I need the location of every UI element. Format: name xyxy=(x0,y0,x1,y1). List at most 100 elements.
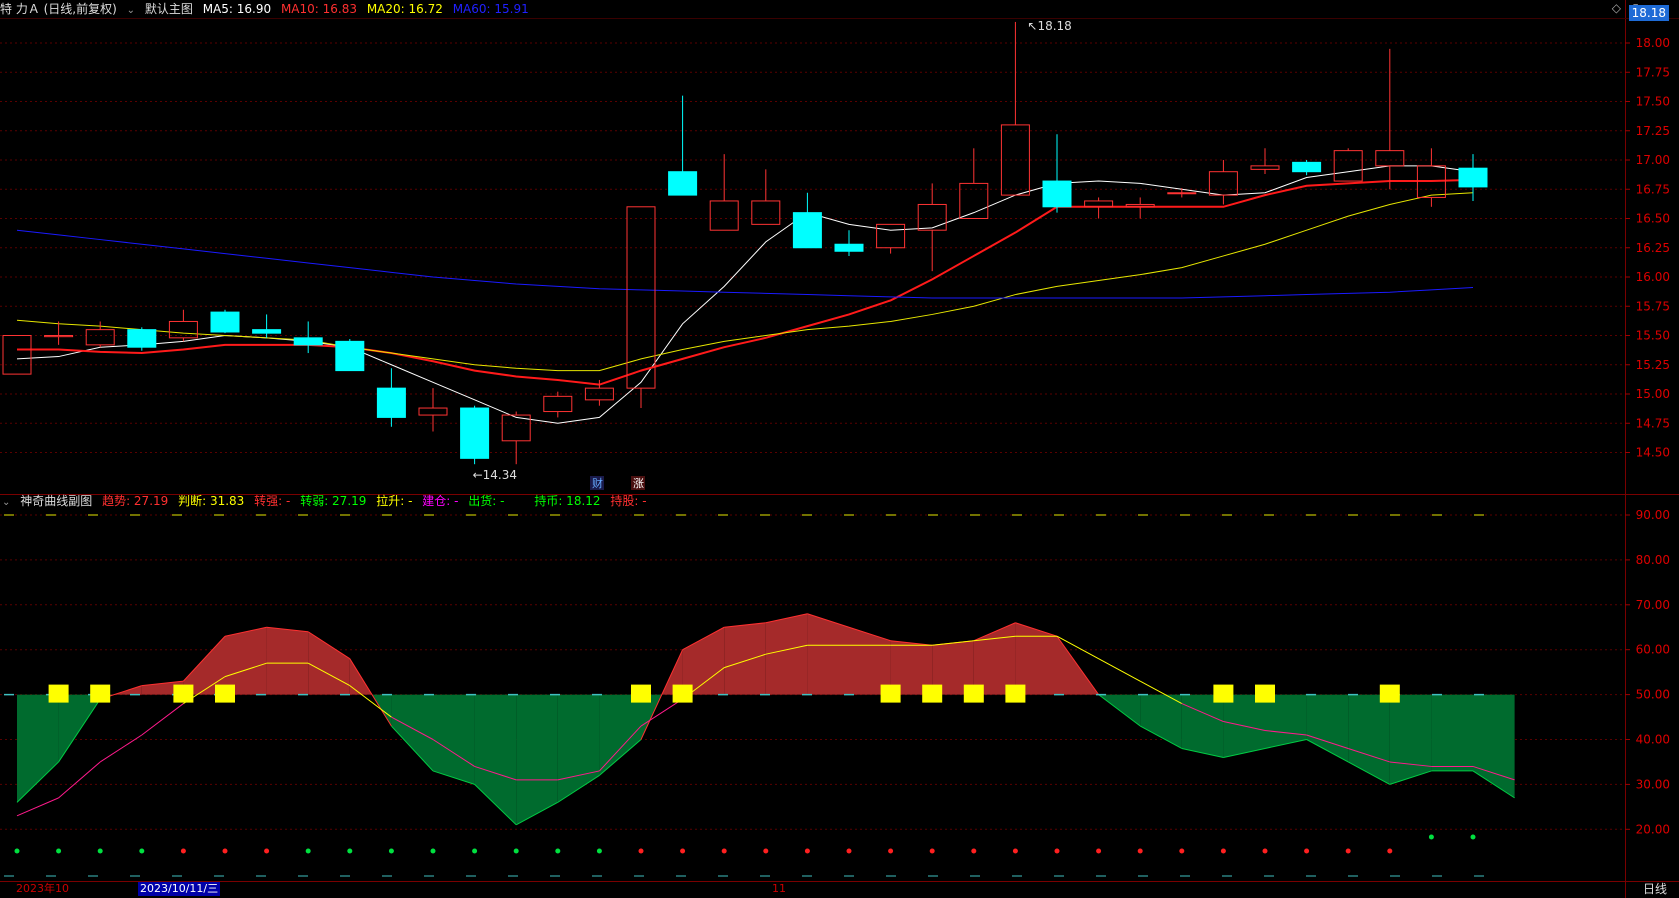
signal-dot xyxy=(929,848,935,854)
top-separator xyxy=(0,18,1679,19)
candle-body xyxy=(959,182,989,219)
y-tick-label: 18.00 xyxy=(1636,36,1670,50)
sub-y-tick-label: 40.00 xyxy=(1636,733,1670,747)
signal-dot xyxy=(1345,848,1351,854)
sub-chart-header: ⌄ 神奇曲线副图 趋势: 27.19 判断: 31.83 转强: - 转弱: 2… xyxy=(0,492,653,510)
signal-dot xyxy=(846,848,852,854)
candle-body xyxy=(168,320,198,339)
signal-dot xyxy=(14,848,20,854)
chevron-down-icon[interactable]: ⌄ xyxy=(2,497,10,508)
y-tick-label: 16.25 xyxy=(1636,241,1670,255)
signal-dot xyxy=(888,848,894,854)
candle-body xyxy=(127,329,157,348)
signal-marker xyxy=(880,684,901,703)
judge-line xyxy=(16,797,59,817)
candle-body xyxy=(1292,161,1322,173)
candle-body xyxy=(709,200,739,231)
trend-area-green xyxy=(1431,694,1473,771)
trend-area-green xyxy=(1181,694,1224,758)
trend-area-red xyxy=(765,613,808,695)
chevron-down-icon[interactable]: ⌄ xyxy=(127,5,135,16)
signal-dot xyxy=(1054,848,1060,854)
ma60-label: MA60: 15.91 xyxy=(452,2,529,16)
candle-body xyxy=(1458,167,1488,188)
signal-dot xyxy=(1179,848,1185,854)
trend-area-red xyxy=(973,622,1016,695)
trend-area-red xyxy=(266,627,309,695)
signal-marker xyxy=(90,684,111,703)
sub-y-tick-label: 30.00 xyxy=(1636,777,1670,791)
candle-body xyxy=(460,407,490,459)
ma20-label: MA20: 16.72 xyxy=(366,2,443,16)
price-tag: 18.18 xyxy=(1628,5,1669,21)
signal-dot xyxy=(555,848,561,854)
candle-body xyxy=(418,407,448,416)
signal-dot xyxy=(264,848,270,854)
signal-marker xyxy=(631,684,651,703)
candle-body xyxy=(626,206,656,389)
ma10-label: MA10: 16.83 xyxy=(280,2,357,16)
trend-area-green xyxy=(1306,694,1349,762)
candle-body xyxy=(2,335,32,375)
trend-area-green xyxy=(599,694,641,776)
ma-line-ma5 xyxy=(16,165,1474,424)
chart-name[interactable]: 默认主图 xyxy=(145,2,193,16)
bottom-separator xyxy=(0,881,1679,882)
candle-body xyxy=(543,395,573,413)
signal-marker xyxy=(1379,684,1400,703)
signal-dot xyxy=(1262,848,1268,854)
trend-area-red xyxy=(225,627,267,695)
signal-dot xyxy=(971,848,977,854)
trend-area-green xyxy=(1389,694,1432,785)
trend-area-green xyxy=(433,694,475,785)
candle-body xyxy=(85,329,115,346)
candle-body xyxy=(1250,165,1280,170)
candle-body xyxy=(584,387,614,401)
sub-chart-name[interactable]: 神奇曲线副图 xyxy=(20,494,92,508)
signal-dot xyxy=(1428,834,1434,840)
signal-dot xyxy=(804,848,810,854)
judge-value: 判断: 31.83 xyxy=(178,494,245,508)
signal-marker xyxy=(1005,684,1026,703)
trend-area-red xyxy=(1015,622,1057,695)
sub-y-tick-label: 50.00 xyxy=(1636,688,1670,702)
candle-body xyxy=(1125,203,1155,208)
signal-marker xyxy=(48,684,69,703)
signal-marker xyxy=(963,684,984,703)
trend-area-red xyxy=(849,627,891,695)
signal-dot xyxy=(513,848,519,854)
sub-y-tick-label: 80.00 xyxy=(1636,553,1670,567)
signal-dot xyxy=(1096,848,1102,854)
signal-dot xyxy=(472,848,478,854)
candle-body xyxy=(1167,192,1197,195)
signal-dot xyxy=(1137,848,1143,854)
period-label[interactable]: 日线 xyxy=(1643,882,1667,896)
signal-marker xyxy=(173,684,194,703)
diamond-icon[interactable]: ◇ xyxy=(1612,1,1621,15)
rise-label: 涨 xyxy=(633,477,644,490)
signal-dot xyxy=(180,848,186,854)
candle-body xyxy=(1042,180,1072,208)
low-label: ←14.34 xyxy=(473,468,517,482)
y-tick-label: 17.25 xyxy=(1636,124,1670,138)
signal-dot xyxy=(763,848,769,854)
signal-marker xyxy=(672,684,693,703)
build-value: 建仓: - xyxy=(422,494,459,508)
signal-marker xyxy=(215,684,235,703)
trend-area-red xyxy=(682,627,725,695)
pull-up-value: 拉升: - xyxy=(376,494,413,508)
stock-title[interactable]: 特 力Ａ (日线,前复权) xyxy=(0,2,117,16)
main-price-chart[interactable]: 18.00 17.75 17.50 17.25 17.00 16.75 16.50 16.25… xyxy=(0,0,1679,898)
selected-date[interactable]: 2023/10/11/三 xyxy=(138,882,221,896)
signal-dot xyxy=(222,848,228,854)
ma-line-ma10 xyxy=(17,178,1474,386)
trend-area-green xyxy=(1348,694,1390,785)
y-tick-label: 17.50 xyxy=(1636,95,1670,109)
signal-dot xyxy=(1470,834,1476,840)
trend-area-green xyxy=(17,694,59,803)
sell-value: 出货: - xyxy=(468,494,505,508)
candle-body xyxy=(876,223,906,249)
y-tick-label: 17.75 xyxy=(1636,65,1670,79)
main-chart-header: 特 力Ａ (日线,前复权) ⌄ 默认主图 MA5: 16.90 MA10: 16… xyxy=(0,0,535,18)
signal-dot xyxy=(1012,848,1018,854)
